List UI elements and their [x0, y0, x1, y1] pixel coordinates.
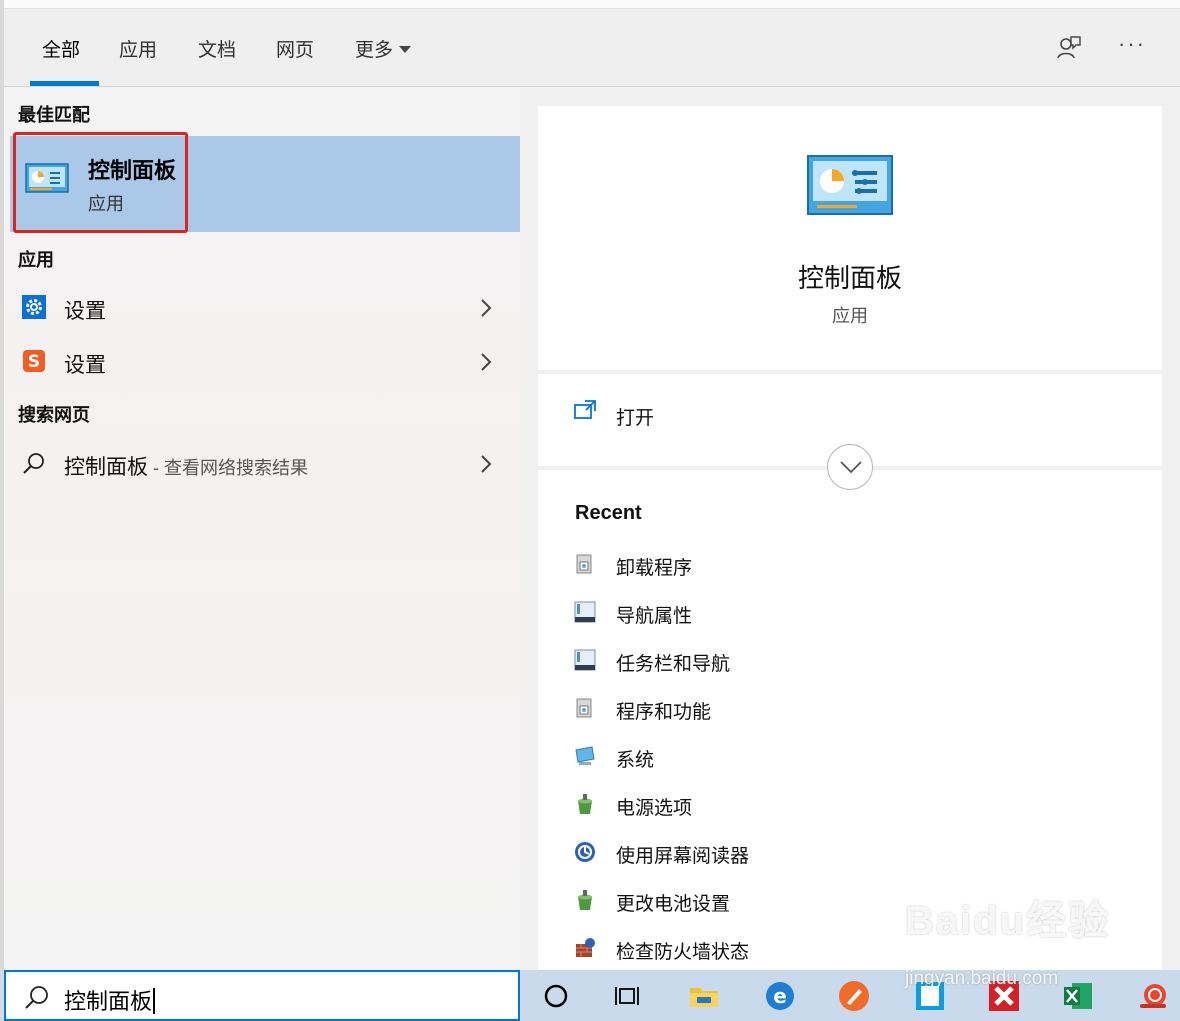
active-tab-indicator — [30, 81, 99, 86]
tab-apps[interactable]: 应用 — [119, 35, 157, 62]
app-result-label: 设置 — [64, 300, 106, 323]
app-result-sogou-settings[interactable]: S 设置 — [4, 337, 520, 387]
control-panel-large-icon — [807, 155, 893, 220]
recent-item-label: 任务栏和导航 — [616, 654, 731, 675]
search-icon — [22, 451, 46, 475]
power-options-icon — [573, 792, 597, 816]
chevron-right-icon — [480, 352, 492, 377]
chevron-down-icon — [399, 46, 412, 53]
excel-icon[interactable] — [1062, 980, 1094, 1012]
recent-item[interactable]: 程序和功能 — [570, 688, 1130, 728]
recent-item-label: 使用屏幕阅读器 — [616, 846, 750, 867]
web-search-result[interactable]: 控制面板 - 查看网络搜索结果 — [4, 439, 520, 489]
task-view-icon[interactable] — [612, 980, 644, 1012]
web-search-query: 控制面板 — [64, 456, 148, 479]
web-search-text: 控制面板 - 查看网络搜索结果 — [64, 451, 308, 481]
recent-item-label: 程序和功能 — [616, 702, 712, 723]
snail-app-icon[interactable] — [1138, 980, 1170, 1012]
recent-item-label: 导航属性 — [616, 606, 693, 627]
recent-item-label: 电源选项 — [616, 798, 693, 819]
recent-item[interactable]: 任务栏和导航 — [570, 640, 1130, 680]
recent-item-label: 更改电池设置 — [616, 894, 731, 915]
taskbar: e — [520, 970, 1180, 1021]
firewall-icon — [573, 936, 597, 960]
search-icon — [24, 984, 50, 1015]
apps-heading: 应用 — [18, 250, 54, 270]
recent-heading: Recent — [575, 502, 642, 524]
expand-button[interactable] — [827, 444, 873, 490]
best-match-heading: 最佳匹配 — [18, 105, 90, 125]
file-explorer-icon[interactable] — [688, 980, 720, 1012]
preview-hero-card — [538, 106, 1162, 370]
highlight-box — [13, 132, 188, 233]
recent-item[interactable]: 导航属性 — [570, 592, 1130, 632]
recent-item[interactable]: 电源选项 — [570, 784, 1130, 824]
ease-of-access-icon — [573, 840, 597, 864]
app-result-settings[interactable]: 设置 — [4, 283, 520, 333]
edge-browser-icon[interactable]: e — [764, 980, 796, 1012]
recent-item-label: 系统 — [616, 750, 655, 771]
recent-item[interactable]: 卸载程序 — [570, 544, 1130, 584]
tab-more-label: 更多 — [355, 40, 394, 61]
search-input[interactable]: 控制面板 — [4, 970, 520, 1021]
chevron-right-icon — [480, 454, 492, 479]
svg-text:S: S — [28, 352, 40, 372]
web-search-suffix: - 查看网络搜索结果 — [148, 458, 308, 478]
open-action[interactable] — [570, 390, 870, 436]
feedback-icon[interactable] — [1056, 35, 1082, 66]
programs-icon — [573, 552, 597, 576]
svg-text:e: e — [773, 984, 787, 1008]
pen-app-icon[interactable] — [838, 980, 870, 1012]
text-cursor — [153, 988, 156, 1014]
settings-gear-icon — [22, 295, 46, 319]
taskbar-properties-icon — [573, 600, 597, 624]
watermark-url: jingyan.baidu.com — [905, 968, 1059, 989]
chevron-down-icon — [840, 461, 862, 474]
search-text: 控制面板 — [64, 984, 156, 1016]
cortana-icon[interactable] — [540, 980, 572, 1012]
tab-more[interactable]: 更多 — [355, 35, 412, 62]
recent-item[interactable]: 系统 — [570, 736, 1130, 776]
recent-item[interactable]: 使用屏幕阅读器 — [570, 832, 1130, 872]
baidu-jingyan-watermark: Baidu经验 — [905, 899, 1111, 943]
recent-item-label: 卸载程序 — [616, 558, 693, 579]
search-filter-header: 全部 应用 文档 网页 更多 ··· — [4, 9, 1180, 87]
taskbar-properties-icon — [573, 648, 597, 672]
tab-documents[interactable]: 文档 — [198, 35, 236, 62]
tab-web[interactable]: 网页 — [276, 35, 314, 62]
tab-all[interactable]: 全部 — [42, 35, 80, 62]
search-value: 控制面板 — [64, 989, 153, 1014]
system-icon — [573, 744, 597, 768]
open-external-icon — [573, 399, 597, 426]
web-search-heading: 搜索网页 — [18, 405, 90, 425]
more-options-icon[interactable]: ··· — [1118, 31, 1146, 57]
recent-item-label: 检查防火墙状态 — [616, 942, 750, 963]
preview-title: 控制面板 — [797, 263, 902, 293]
power-options-icon — [573, 888, 597, 912]
app-result-label: 设置 — [64, 354, 106, 377]
sogou-s-icon: S — [22, 349, 46, 373]
programs-icon — [573, 696, 597, 720]
preview-subtitle: 应用 — [832, 306, 868, 326]
chevron-right-icon — [480, 298, 492, 323]
open-action-label: 打开 — [616, 408, 655, 429]
window-top-edge — [0, 0, 1180, 9]
